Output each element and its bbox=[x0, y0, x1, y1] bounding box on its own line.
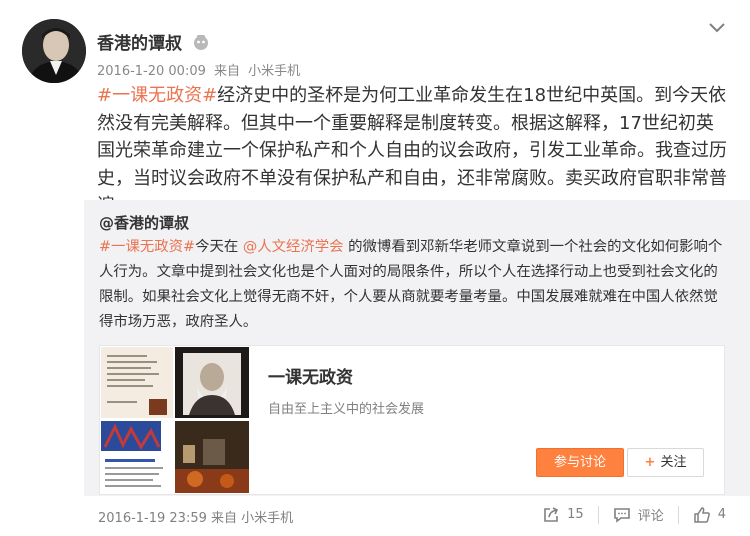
share-action[interactable]: 15 bbox=[542, 506, 584, 524]
repost-mention[interactable]: @人文经济学会 bbox=[243, 239, 344, 255]
comment-label: 评论 bbox=[637, 509, 664, 524]
card-thumbnail-book bbox=[101, 347, 173, 418]
repost-box: @香港的谭叔 #一课无政资#今天在 @人文经济学会 的微博看到邓新华老师文章说到… bbox=[84, 200, 750, 496]
repost-timestamp[interactable]: 2016-1-19 23:59 bbox=[98, 511, 207, 526]
member-badge-icon[interactable] bbox=[192, 33, 210, 51]
divider bbox=[677, 505, 679, 524]
like-count: 4 bbox=[717, 507, 726, 522]
post-source[interactable]: 小米手机 bbox=[248, 64, 300, 79]
comment-icon bbox=[613, 507, 630, 523]
card-thumbnail-painting bbox=[175, 421, 249, 493]
like-action[interactable]: 4 bbox=[693, 506, 726, 524]
topic-card[interactable]: 一课无政资 自由至上主义中的社会发展 参与讨论 + 关注 bbox=[99, 345, 725, 495]
post-meta: 2016-1-20 00:09 来自 小米手机 bbox=[97, 60, 304, 79]
author-name-row: 香港的谭叔 bbox=[97, 29, 210, 54]
card-title[interactable]: 一课无政资 bbox=[268, 363, 353, 388]
repost-text-a: 今天在 bbox=[195, 239, 243, 255]
plus-icon: + bbox=[644, 455, 656, 470]
repost-source-prefix: 来自 bbox=[211, 511, 238, 526]
card-thumbnail-article bbox=[101, 421, 173, 493]
card-thumbnail-portrait bbox=[175, 347, 249, 418]
repost-text: #一课无政资#今天在 @人文经济学会 的微博看到邓新华老师文章说到一个社会的文化… bbox=[99, 235, 724, 335]
follow-label: 关注 bbox=[660, 455, 687, 470]
repost-hashtag[interactable]: #一课无政资# bbox=[99, 239, 195, 255]
divider bbox=[597, 505, 599, 524]
repost-source[interactable]: 小米手机 bbox=[241, 511, 293, 526]
follow-button[interactable]: + 关注 bbox=[627, 448, 704, 477]
thumbs-up-icon bbox=[693, 506, 710, 523]
post-text: #一课无政资#经济史中的圣杯是为何工业革命发生在18世纪中英国。到今天依然没有完… bbox=[97, 82, 727, 220]
comment-action[interactable]: 评论 bbox=[613, 505, 664, 524]
post-source-prefix: 来自 bbox=[214, 64, 241, 79]
repost-author[interactable]: @香港的谭叔 bbox=[99, 212, 189, 233]
card-subtitle: 自由至上主义中的社会发展 bbox=[268, 402, 425, 417]
action-bar: 15 评论 4 bbox=[542, 505, 726, 524]
share-icon bbox=[544, 506, 559, 522]
discuss-button[interactable]: 参与讨论 bbox=[536, 448, 624, 477]
share-count: 15 bbox=[567, 507, 584, 522]
author-name[interactable]: 香港的谭叔 bbox=[97, 29, 182, 54]
post-hashtag[interactable]: #一课无政资# bbox=[97, 85, 217, 106]
avatar[interactable] bbox=[22, 19, 86, 83]
chevron-down-icon[interactable] bbox=[708, 20, 726, 34]
post-timestamp[interactable]: 2016-1-20 00:09 bbox=[97, 64, 206, 79]
repost-meta: 2016-1-19 23:59 来自 小米手机 bbox=[98, 507, 293, 526]
